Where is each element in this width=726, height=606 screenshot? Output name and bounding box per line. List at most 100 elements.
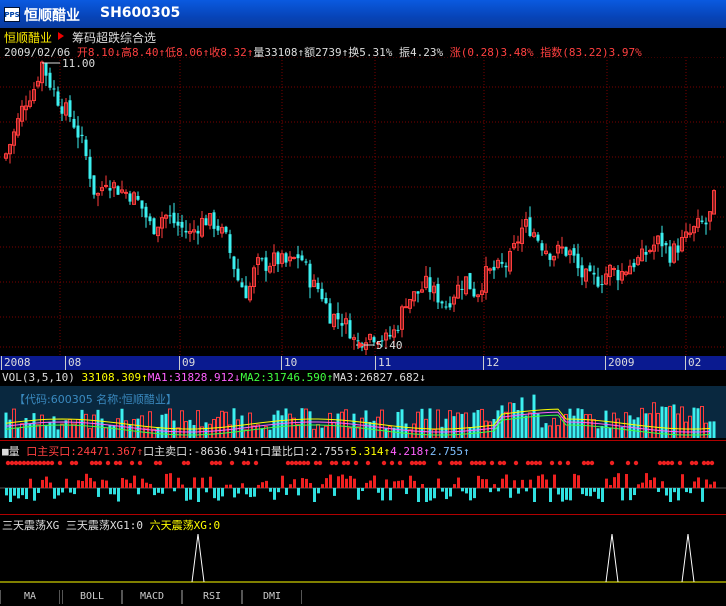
flow-panel[interactable] xyxy=(0,458,726,502)
flow-bar xyxy=(345,478,348,488)
flow-bar xyxy=(389,488,392,501)
flow-bar xyxy=(241,483,244,488)
volume-bar xyxy=(596,428,600,438)
volume-bar xyxy=(544,423,548,438)
candle-body xyxy=(176,221,180,226)
candle-body xyxy=(348,320,352,339)
flow-signal-dot xyxy=(413,460,419,466)
flow-signal-dot xyxy=(285,460,291,466)
flow-signal-dot xyxy=(129,460,135,466)
volume-bar xyxy=(368,421,372,438)
flow-bar xyxy=(593,488,596,492)
flow-signal-dot xyxy=(417,460,423,466)
tab-boll[interactable]: BOLL xyxy=(62,590,122,604)
volume-bar xyxy=(20,423,24,438)
flow-bar xyxy=(525,488,528,492)
date-axis-label: 11 xyxy=(378,356,392,369)
flow-bar xyxy=(549,488,552,502)
flow-bar xyxy=(529,479,532,488)
flow-signal-dot xyxy=(389,460,395,466)
flow-signal-dot xyxy=(657,460,663,466)
volume-bar xyxy=(56,429,60,438)
candle-body xyxy=(468,273,472,290)
flow-signal-dot xyxy=(453,460,459,466)
flow-bar xyxy=(309,483,312,488)
volume-bar xyxy=(332,421,336,438)
volume-bar xyxy=(672,404,676,438)
volume-bar xyxy=(196,410,200,438)
flow-bar xyxy=(341,474,344,488)
flow-signal-dot xyxy=(665,460,671,466)
flow-signal-dot xyxy=(501,460,507,466)
flow-bar xyxy=(89,477,92,488)
flow-signal-dot xyxy=(677,460,683,466)
flow-bar xyxy=(289,484,292,488)
volume-bar xyxy=(352,413,356,438)
flow-bar xyxy=(477,475,480,488)
flow-bar xyxy=(445,488,448,500)
candle-body xyxy=(340,323,344,326)
volume-bar xyxy=(112,425,116,438)
formula-arrow-icon[interactable] xyxy=(58,32,64,40)
tab-ma[interactable]: MA xyxy=(0,590,60,604)
flow-bar xyxy=(473,488,476,499)
tab-macd[interactable]: MACD xyxy=(122,590,182,604)
flow-bar xyxy=(253,488,256,497)
flow-bar xyxy=(585,488,588,496)
candle-body xyxy=(172,212,176,224)
flow-signal-dot xyxy=(13,460,19,466)
candle-body xyxy=(136,195,140,200)
flow-bar xyxy=(461,488,464,492)
volume-bar xyxy=(340,411,344,438)
flow-signal-dot xyxy=(97,460,103,466)
volume-bar xyxy=(312,428,316,438)
signal-panel[interactable] xyxy=(0,528,726,586)
volume-bar xyxy=(476,410,480,438)
tab-rsi[interactable]: RSI xyxy=(182,590,242,604)
flow-indicator-value: ■量 xyxy=(2,445,27,458)
signal-spike xyxy=(681,533,695,583)
candle-body xyxy=(664,242,668,246)
date-axis-tick xyxy=(375,356,376,370)
flow-bar xyxy=(533,488,536,502)
flow-signal-dot xyxy=(709,460,715,466)
candle-body xyxy=(56,91,60,106)
candle-body xyxy=(540,243,544,251)
candle-body xyxy=(592,272,596,275)
flow-header: ■量 口主买口:24471.367↑口主卖口:-8636.941↑口量比口:2.… xyxy=(2,443,470,459)
flow-bar xyxy=(689,488,692,494)
candle-body xyxy=(144,206,148,218)
signal-spike xyxy=(605,533,619,583)
flow-signal-dot xyxy=(473,460,479,466)
tab-dmi[interactable]: DMI xyxy=(242,590,302,604)
flow-signal-dot xyxy=(625,460,631,466)
candlestick-chart[interactable]: 11.00 5.40 xyxy=(0,57,726,355)
flow-bar xyxy=(277,488,280,493)
flow-bar xyxy=(633,488,636,496)
flow-signal-dot xyxy=(693,460,699,466)
flow-bar xyxy=(697,477,700,488)
flow-indicator-value: 4.218↑ xyxy=(390,445,430,458)
date-axis-tick xyxy=(179,356,180,370)
flow-bar xyxy=(557,488,560,495)
flow-bar xyxy=(213,488,216,499)
flow-bar xyxy=(5,488,8,496)
flow-bar xyxy=(361,488,364,492)
volume-bar xyxy=(260,428,264,438)
candle-body xyxy=(320,288,324,300)
flow-bar xyxy=(65,478,68,488)
candle-body xyxy=(308,263,312,288)
flow-signal-dot xyxy=(557,460,563,466)
candle-body xyxy=(116,186,120,195)
flow-signal-dot xyxy=(17,460,23,466)
date-axis-tick xyxy=(483,356,484,370)
volume-bar xyxy=(608,427,612,438)
flow-bar xyxy=(553,474,556,488)
flow-signal-dot xyxy=(137,460,143,466)
flow-bar xyxy=(77,480,80,488)
flow-signal-dot xyxy=(533,460,539,466)
flow-bar xyxy=(141,478,144,488)
volume-bar xyxy=(700,405,704,438)
candle-body xyxy=(492,266,496,271)
flow-bar xyxy=(137,488,140,495)
